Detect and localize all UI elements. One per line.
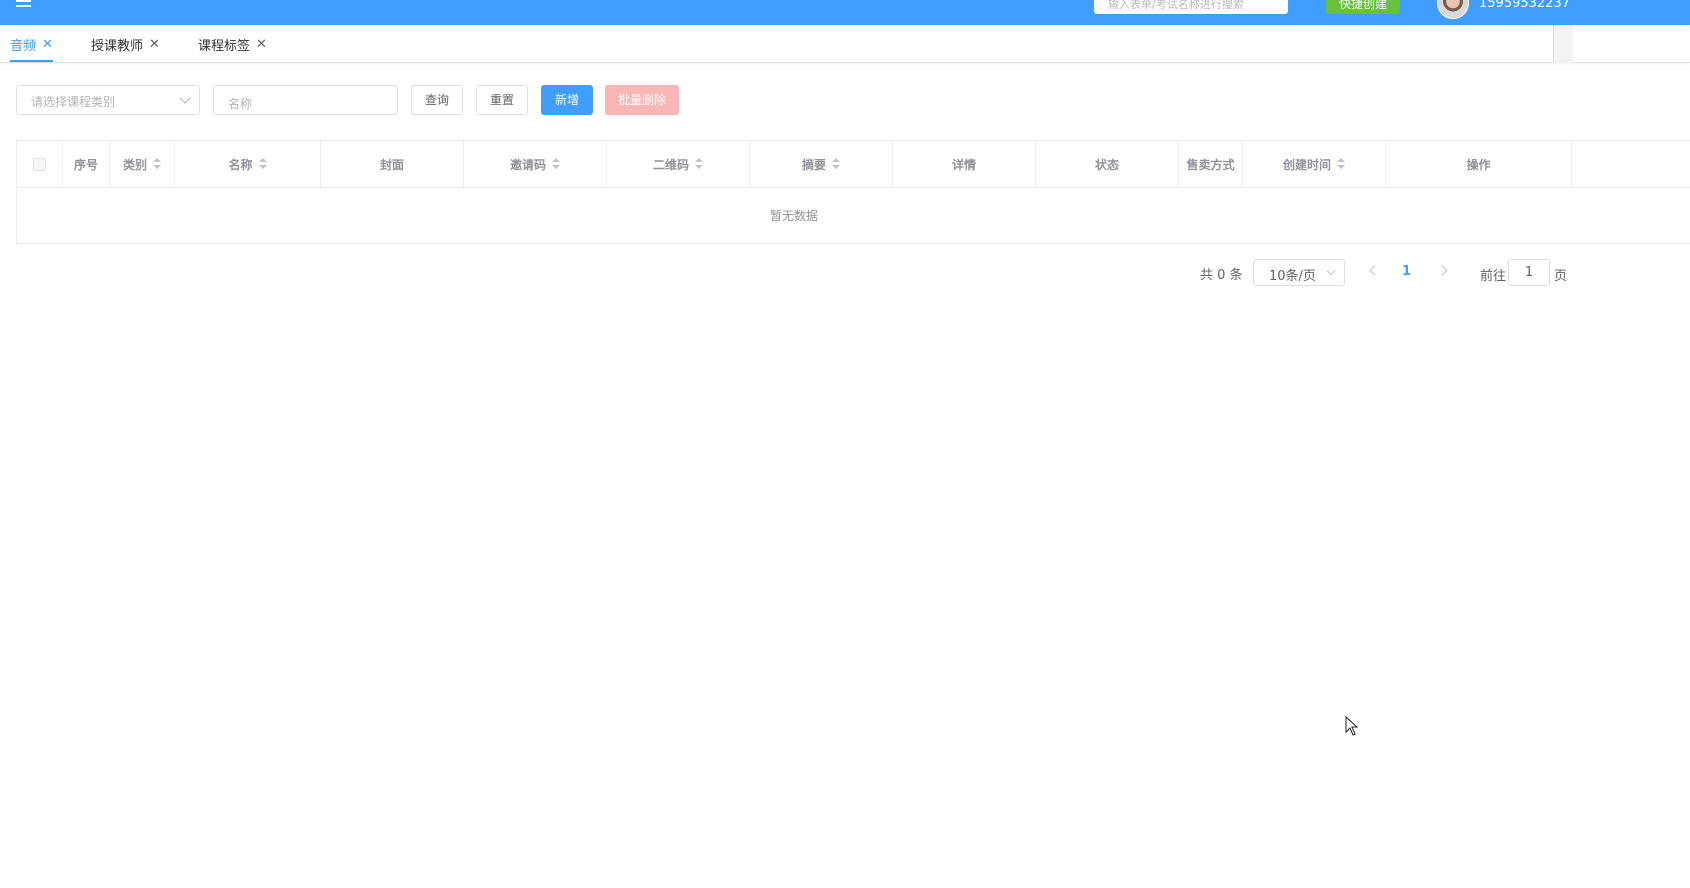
- column-header: 操作: [1386, 141, 1572, 187]
- sort-icon[interactable]: [832, 158, 840, 170]
- sort-icon[interactable]: [153, 158, 161, 170]
- column-header[interactable]: 名称: [175, 141, 321, 187]
- column-header[interactable]: 摘要: [750, 141, 893, 187]
- user-phone[interactable]: 15959532237: [1479, 0, 1570, 11]
- column-header: 售卖方式: [1179, 141, 1243, 187]
- sort-icon[interactable]: [1337, 158, 1345, 170]
- tab-teachers[interactable]: 授课教师 ✕: [91, 25, 160, 63]
- column-header: 状态: [1036, 141, 1179, 187]
- tabs-bar: 音频 ✕ 授课教师 ✕ 课程标签 ✕: [0, 25, 1690, 63]
- column-header[interactable]: 类别: [110, 141, 175, 187]
- table-header: 序号 类别 名称 封面 邀请码 二维码 摘要 详情 状态 售卖方式 创建时间 操…: [17, 141, 1690, 188]
- tab-audio[interactable]: 音频 ✕: [10, 25, 53, 63]
- avatar[interactable]: [1437, 0, 1469, 19]
- close-icon[interactable]: ✕: [149, 37, 160, 52]
- tab-label: 课程标签: [198, 38, 251, 54]
- empty-state-text: 暂无数据: [769, 209, 818, 223]
- column-header: 封面: [321, 141, 464, 187]
- tab-label: 音频: [10, 38, 37, 54]
- chevron-down-icon: [1326, 266, 1336, 276]
- sort-icon[interactable]: [552, 158, 560, 170]
- column-header: 序号: [63, 141, 110, 187]
- select-placeholder: 请选择课程类别: [31, 95, 116, 109]
- quick-create-button[interactable]: 快捷创建: [1326, 0, 1400, 14]
- close-icon[interactable]: ✕: [42, 37, 53, 52]
- hamburger-menu-icon[interactable]: [16, 0, 32, 10]
- pagination-total: 共 0 条: [1200, 268, 1243, 283]
- mouse-cursor-icon: [1345, 716, 1359, 736]
- goto-label: 前往: [1480, 269, 1507, 284]
- reset-button[interactable]: 重置: [476, 85, 528, 115]
- column-header[interactable]: 邀请码: [464, 141, 607, 187]
- tab-scroll-button[interactable]: [1553, 25, 1573, 63]
- chevron-down-icon: [179, 92, 191, 104]
- next-page-icon[interactable]: [1437, 265, 1448, 276]
- add-button[interactable]: 新增: [541, 85, 593, 115]
- select-all-cell: [17, 141, 63, 187]
- sort-icon[interactable]: [695, 158, 703, 170]
- column-header[interactable]: 二维码: [607, 141, 750, 187]
- data-table: 序号 类别 名称 封面 邀请码 二维码 摘要 详情 状态 售卖方式 创建时间 操…: [16, 140, 1690, 244]
- query-button[interactable]: 查询: [411, 85, 463, 115]
- sort-icon[interactable]: [258, 158, 267, 170]
- close-icon[interactable]: ✕: [256, 37, 267, 52]
- prev-page-icon[interactable]: [1369, 265, 1380, 276]
- tab-course-tags[interactable]: 课程标签 ✕: [198, 25, 267, 63]
- name-input[interactable]: [213, 85, 398, 115]
- goto-suffix: 页: [1554, 269, 1568, 284]
- goto-page-input[interactable]: 1: [1508, 259, 1550, 286]
- top-header: 输入表单/考试名称进行搜索 快捷创建 15959532237: [0, 0, 1690, 25]
- batch-delete-button[interactable]: 批量删除: [605, 85, 679, 115]
- column-header: 详情: [893, 141, 1036, 187]
- global-search-input[interactable]: 输入表单/考试名称进行搜索: [1094, 0, 1288, 14]
- tab-label: 授课教师: [91, 38, 144, 54]
- current-page-number[interactable]: 1: [1402, 264, 1411, 279]
- page-size-select[interactable]: 10条/页: [1253, 259, 1345, 286]
- course-category-select[interactable]: 请选择课程类别: [16, 85, 200, 115]
- select-all-checkbox[interactable]: [33, 157, 46, 171]
- column-header[interactable]: 创建时间: [1243, 141, 1386, 187]
- page-size-value: 10条/页: [1269, 269, 1316, 284]
